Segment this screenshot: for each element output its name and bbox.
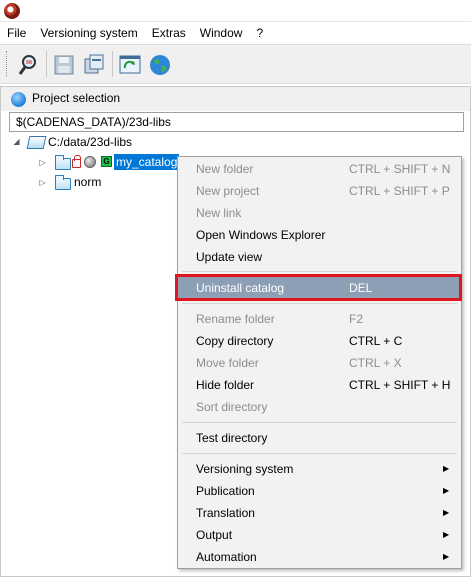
save-icon[interactable] [50, 51, 78, 79]
menu-item-rename-folder[interactable]: Rename folder F2 [178, 308, 461, 330]
highlight-annotation-box [175, 274, 462, 301]
submenu-arrow-icon: ▶ [443, 552, 450, 561]
menu-item-versioning-system[interactable]: Versioning system ▶ [178, 458, 461, 480]
lock-icon [72, 155, 81, 168]
menu-separator [182, 422, 457, 423]
menu-window[interactable]: Window [193, 23, 250, 44]
menu-item-update-view[interactable]: Update view [178, 246, 461, 268]
app-icon [4, 3, 20, 19]
menu-separator [182, 453, 457, 454]
search-icon[interactable] [14, 51, 42, 79]
context-menu: New folder CTRL + SHIFT + N New project CT… [177, 156, 462, 569]
tree-item-label: C:/data/23d-libs [48, 135, 133, 149]
submenu-arrow-icon: ▶ [443, 508, 450, 517]
path-field[interactable]: $(CADENAS_DATA)/23d-libs [9, 112, 464, 132]
title-bar [0, 0, 471, 22]
globe-icon[interactable] [146, 51, 174, 79]
submenu-arrow-icon: ▶ [443, 530, 450, 539]
expand-icon[interactable]: ▷ [38, 178, 47, 187]
menu-item-copy-directory[interactable]: Copy directory CTRL + C [178, 330, 461, 352]
folder-icon [55, 175, 71, 190]
toolbar-grip[interactable] [6, 51, 8, 77]
menu-item-test-directory[interactable]: Test directory [178, 427, 461, 449]
green-status-icon: G [101, 156, 112, 167]
open-folder-icon [26, 136, 47, 149]
globe-status-icon [84, 156, 96, 168]
menu-help[interactable]: ? [249, 23, 270, 44]
submenu-arrow-icon: ▶ [443, 486, 450, 495]
menu-separator [182, 303, 457, 304]
menu-separator [182, 271, 457, 272]
menu-item-new-link[interactable]: New link [178, 202, 461, 224]
menu-file[interactable]: File [0, 23, 33, 44]
submenu-arrow-icon: ▶ [443, 464, 450, 473]
menu-item-hide-folder[interactable]: Hide folder CTRL + SHIFT + H [178, 374, 461, 396]
menu-item-translation[interactable]: Translation ▶ [178, 502, 461, 524]
toolbar [0, 44, 471, 84]
menu-item-move-folder[interactable]: Move folder CTRL + X [178, 352, 461, 374]
collapse-icon[interactable]: ◢ [12, 137, 21, 146]
menu-item-automation[interactable]: Automation ▶ [178, 546, 461, 568]
selected-item-label: my_catalog [114, 154, 180, 170]
menu-item-publication[interactable]: Publication ▶ [178, 480, 461, 502]
menu-versioning-system[interactable]: Versioning system [33, 23, 144, 44]
tree-item-my-catalog[interactable]: ▷ G my_catalog [38, 153, 188, 171]
menu-item-sort-directory[interactable]: Sort directory [178, 396, 461, 418]
menu-item-output[interactable]: Output ▶ [178, 524, 461, 546]
toolbar-separator [46, 51, 47, 77]
toolbar-separator [112, 51, 113, 77]
menu-extras[interactable]: Extras [145, 23, 193, 44]
copy-icon[interactable] [80, 51, 108, 79]
menu-item-new-folder[interactable]: New folder CTRL + SHIFT + N [178, 158, 461, 180]
folder-icon [55, 155, 71, 170]
tree-item-root[interactable]: ◢ C:/data/23d-libs [12, 133, 212, 151]
expand-icon[interactable]: ▷ [38, 158, 47, 167]
menu-item-new-project[interactable]: New project CTRL + SHIFT + P [178, 180, 461, 202]
tree-item-label: norm [74, 175, 102, 189]
tree-item-norm[interactable]: ▷ norm [38, 173, 158, 191]
project-selection-icon [11, 92, 26, 107]
menu-item-open-windows-explorer[interactable]: Open Windows Explorer [178, 224, 461, 246]
panel-header: Project selection [1, 87, 470, 111]
panel-title: Project selection [32, 91, 121, 105]
menu-bar: File Versioning system Extras Window ? [0, 23, 471, 44]
refresh-icon[interactable] [116, 51, 144, 79]
